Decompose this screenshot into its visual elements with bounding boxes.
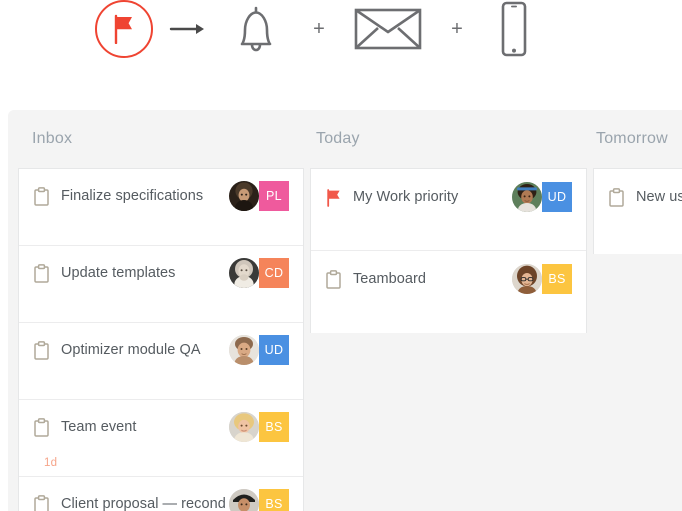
clipboard-icon [34,340,58,360]
task-card-row: Team event BS [19,400,303,454]
task-title: Optimizer module QA [61,342,201,358]
task-assignees: PL [229,181,289,211]
task-card-row: Client proposal — recond BS [19,477,303,511]
task-title: Finalize specifications [61,188,204,204]
hero-icon-strip: + + [0,0,682,105]
column-tomorrow: New user E [593,168,682,254]
hero-icon-row: + + [95,0,595,58]
clipboard-icon [34,417,58,437]
task-card[interactable]: Client proposal — recond BS [19,477,303,511]
plus-sign-2: + [451,18,463,40]
task-card[interactable]: New user E [594,169,682,254]
status-badge[interactable]: CD [259,258,289,288]
avatar[interactable] [512,182,542,212]
arrow-right-icon [153,22,225,36]
task-card-row: New user E [594,169,682,225]
board-column-headers: Inbox Today Tomorrow [8,110,682,168]
avatar[interactable] [229,335,259,365]
status-badge[interactable]: PL [259,181,289,211]
flag-icon [326,187,350,207]
task-card[interactable]: Finalize specifications PL [19,169,303,246]
flag-icon-circle [95,0,153,58]
task-board-panel: Inbox Today Tomorrow Finalize specificat… [8,110,682,511]
avatar[interactable] [512,264,542,294]
task-title: Team event [61,419,137,435]
task-assignees: BS [229,489,289,511]
task-assignees: CD [229,258,289,288]
flag-icon [114,14,132,44]
column-header-tomorrow[interactable]: Tomorrow [596,130,668,148]
clipboard-icon [34,186,58,206]
app-root: + + Inbox Today Tomorrow Finalize specif… [0,0,682,511]
task-assignees: BS [512,264,572,294]
column-inbox: Finalize specifications PL Update templa… [18,168,304,511]
task-card[interactable]: Update templates CD [19,246,303,323]
task-title: Teamboard [353,271,426,287]
task-card[interactable]: Optimizer module QA UD [19,323,303,400]
status-badge[interactable]: BS [542,264,572,294]
task-card[interactable]: Teamboard BS [311,251,586,333]
due-date-label: 1d [44,457,58,469]
task-card[interactable]: My Work priority UD [311,169,586,251]
task-card-row: Update templates CD [19,246,303,300]
task-card-row: Finalize specifications PL [19,169,303,223]
plus-sign-1: + [313,18,325,40]
avatar[interactable] [229,181,259,211]
task-title: New user E [636,189,682,205]
clipboard-icon [34,263,58,283]
task-card-row: Optimizer module QA UD [19,323,303,377]
task-title: My Work priority [353,189,459,205]
board-columns: Finalize specifications PL Update templa… [8,168,682,511]
task-title: Update templates [61,265,176,281]
clipboard-icon [34,494,58,511]
clipboard-icon [326,269,350,289]
column-today: My Work priority UD Teamboard BS [310,168,587,333]
status-badge[interactable]: UD [259,335,289,365]
status-badge[interactable]: UD [542,182,572,212]
mobile-phone-icon [489,1,539,57]
status-badge[interactable]: BS [259,412,289,442]
task-assignees: UD [512,182,572,212]
task-card-row: Teamboard BS [311,251,586,307]
task-assignees: UD [229,335,289,365]
task-assignees: BS [229,412,289,442]
column-header-inbox[interactable]: Inbox [32,130,72,148]
clipboard-icon [609,187,633,207]
status-badge[interactable]: BS [259,489,289,511]
task-title: Client proposal — recond [61,496,226,511]
column-header-today[interactable]: Today [316,130,360,148]
avatar[interactable] [229,489,259,511]
envelope-icon [351,6,425,52]
avatar[interactable] [229,412,259,442]
task-card-row: My Work priority UD [311,169,586,225]
avatar[interactable] [229,258,259,288]
task-card[interactable]: Team event BS 1d [19,400,303,477]
bell-icon [225,3,287,55]
